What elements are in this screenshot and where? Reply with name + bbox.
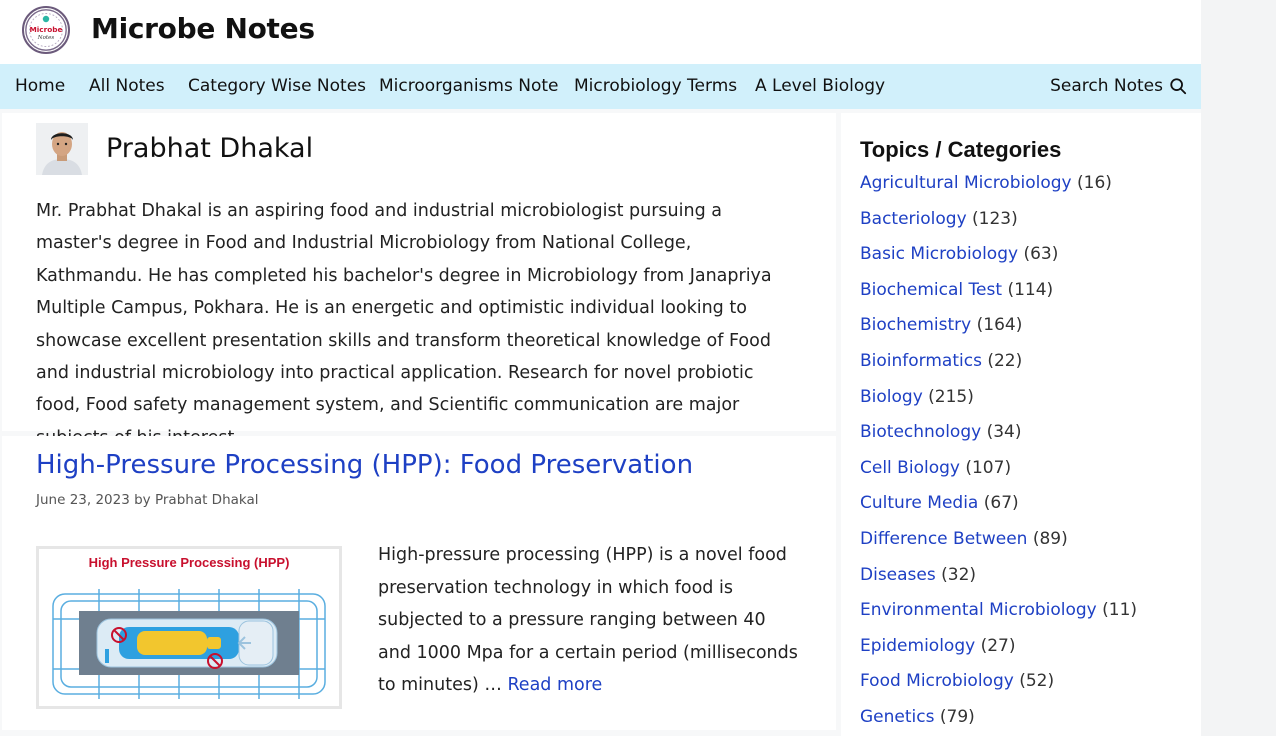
category-link[interactable]: Biotechnology	[860, 422, 981, 442]
category-count: (63)	[1023, 244, 1059, 265]
category-link[interactable]: Diseases	[860, 565, 936, 585]
nav-item-microbiology-terms[interactable]: Microbiology Terms	[574, 76, 737, 96]
post-excerpt-text: High-pressure processing (HPP) is a nove…	[378, 545, 798, 695]
category-link[interactable]: Bacteriology	[860, 209, 967, 229]
category-item: Bacteriology (123)	[860, 209, 1137, 245]
category-count: (67)	[983, 493, 1019, 514]
post-title-link[interactable]: High-Pressure Processing (HPP): Food Pre…	[36, 450, 693, 480]
category-link[interactable]: Environmental Microbiology	[860, 600, 1097, 620]
site-wrapper: Microbe Notes Microbe Notes Home All Not…	[0, 0, 1201, 736]
category-count: (123)	[972, 208, 1018, 229]
search-notes-label: Search Notes	[1050, 76, 1163, 96]
category-link[interactable]: Basic Microbiology	[860, 244, 1018, 264]
post-meta: June 23, 2023 by Prabhat Dhakal	[36, 492, 259, 508]
nav-item-category-wise-notes[interactable]: Category Wise Notes	[188, 76, 366, 96]
author-name: Prabhat Dhakal	[106, 133, 314, 164]
category-count: (11)	[1102, 600, 1138, 621]
sidebar-title: Topics / Categories	[860, 137, 1062, 162]
category-item: Biotechnology (34)	[860, 422, 1137, 458]
category-item: Basic Microbiology (63)	[860, 244, 1137, 280]
category-count: (79)	[939, 706, 975, 727]
category-item: Epidemiology (27)	[860, 636, 1137, 672]
category-item: Biochemical Test (114)	[860, 280, 1137, 316]
main-navigation: Home All Notes Category Wise Notes Micro…	[0, 64, 1201, 109]
nav-item-a-level-biology[interactable]: A Level Biology	[755, 76, 885, 96]
hpp-illustration-icon: High Pressure Processing (HPP)	[39, 549, 339, 706]
page-gutter	[1201, 0, 1276, 736]
category-link[interactable]: Culture Media	[860, 493, 978, 513]
thumbnail-caption: High Pressure Processing (HPP)	[89, 555, 290, 570]
category-item: Genetics (79)	[860, 707, 1137, 736]
category-item: Environmental Microbiology (11)	[860, 600, 1137, 636]
category-link[interactable]: Difference Between	[860, 529, 1027, 549]
post-thumbnail[interactable]: High Pressure Processing (HPP)	[36, 546, 342, 709]
category-link[interactable]: Food Microbiology	[860, 671, 1014, 691]
category-count: (107)	[965, 457, 1012, 478]
category-item: Diseases (32)	[860, 565, 1137, 601]
category-count: (114)	[1007, 279, 1054, 300]
post-by: by	[134, 492, 151, 508]
site-logo[interactable]: Microbe Notes	[22, 6, 70, 54]
category-link[interactable]: Biochemistry	[860, 315, 971, 335]
category-count: (32)	[941, 564, 977, 585]
category-list: Agricultural Microbiology (16) Bacteriolo…	[860, 173, 1137, 736]
nav-item-all-notes[interactable]: All Notes	[89, 76, 165, 96]
site-title[interactable]: Microbe Notes	[91, 12, 315, 45]
logo-text-bottom: Notes	[37, 35, 55, 41]
category-item: Biochemistry (164)	[860, 315, 1137, 351]
category-count: (89)	[1032, 528, 1068, 549]
category-count: (52)	[1019, 671, 1055, 692]
category-item: Food Microbiology (52)	[860, 671, 1137, 707]
category-item: Bioinformatics (22)	[860, 351, 1137, 387]
category-item: Biology (215)	[860, 387, 1137, 423]
category-link[interactable]: Biology	[860, 387, 923, 407]
author-photo-icon	[36, 123, 88, 175]
category-link[interactable]: Genetics	[860, 707, 934, 727]
author-bio: Mr. Prabhat Dhakal is an aspiring food a…	[36, 201, 772, 448]
category-count: (27)	[980, 635, 1016, 656]
category-count: (16)	[1077, 173, 1112, 193]
logo-emblem-icon: Microbe Notes	[25, 9, 67, 51]
category-item: Cell Biology (107)	[860, 458, 1137, 494]
author-avatar	[36, 123, 88, 175]
author-box: Prabhat Dhakal Mr. Prabhat Dhakal is an …	[2, 113, 836, 448]
category-count: (34)	[986, 422, 1022, 443]
post-excerpt: High-pressure processing (HPP) is a nove…	[378, 539, 804, 702]
read-more-link[interactable]: Read more	[507, 675, 602, 695]
category-count: (215)	[928, 386, 974, 407]
site-header: Microbe Notes Microbe Notes	[0, 0, 1201, 64]
category-item: Culture Media (67)	[860, 493, 1137, 529]
post-author-link[interactable]: Prabhat Dhakal	[155, 492, 259, 508]
search-icon	[1170, 78, 1187, 95]
nav-item-home[interactable]: Home	[15, 76, 65, 96]
category-link[interactable]: Biochemical Test	[860, 280, 1002, 300]
category-link[interactable]: Agricultural Microbiology	[860, 173, 1072, 193]
post-date[interactable]: June 23, 2023	[36, 492, 130, 508]
nav-item-microorganisms-note[interactable]: Microorganisms Note	[379, 76, 558, 96]
category-count: (22)	[987, 350, 1023, 371]
category-link[interactable]: Epidemiology	[860, 636, 975, 656]
sidebar: Topics / Categories Agricultural Microbi…	[841, 113, 1201, 736]
category-link[interactable]: Cell Biology	[860, 458, 960, 478]
post-card: High-Pressure Processing (HPP): Food Pre…	[2, 436, 836, 730]
search-notes-button[interactable]: Search Notes	[1050, 76, 1187, 96]
category-item: Difference Between (89)	[860, 529, 1137, 565]
category-link[interactable]: Bioinformatics	[860, 351, 982, 371]
category-count: (164)	[976, 315, 1023, 336]
logo-text-top: Microbe	[29, 25, 62, 34]
category-item: Agricultural Microbiology (16)	[860, 173, 1137, 209]
